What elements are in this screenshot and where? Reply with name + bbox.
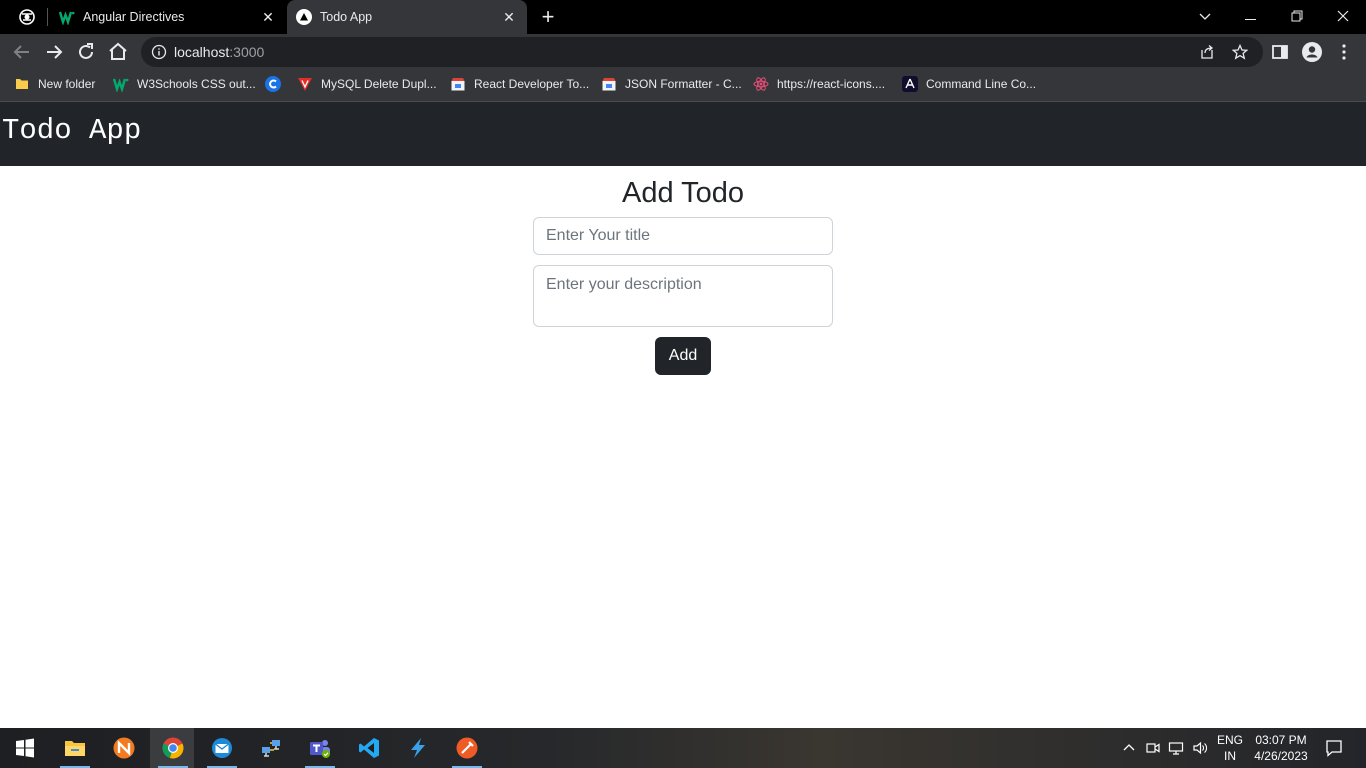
c-logo-icon [265,76,281,92]
taskbar-bolt-app[interactable] [395,728,439,768]
restore-button[interactable] [1274,0,1320,34]
url-host: localhost [174,44,230,60]
address-bar[interactable]: localhost:3000 [141,37,1263,67]
language-code: ENG [1216,733,1243,747]
taskbar-network-tool[interactable] [248,728,292,768]
bookmark-react-devtools[interactable]: React Developer To... [450,70,589,98]
angular-icon [902,76,918,92]
vscode-icon [359,738,379,758]
forward-icon[interactable] [42,40,66,64]
bookmark-label: https://react-icons.... [777,77,886,91]
tab-title: Todo App [320,10,373,24]
store-icon [602,78,616,91]
browser-title-bar: Angular Directives ✕ Todo App ✕ + [0,0,1366,34]
tab-todo-app[interactable]: Todo App ✕ [287,0,527,34]
lightning-icon [411,738,425,758]
chevron-up-icon[interactable] [1121,740,1137,756]
add-todo-button[interactable]: Add [655,337,711,375]
w3schools-icon [113,78,129,92]
close-tab-icon[interactable]: ✕ [501,9,517,25]
close-tab-icon[interactable]: ✕ [260,9,276,25]
bookmark-label: MySQL Delete Dupl... [321,77,437,91]
bookmark-label: New folder [38,77,96,91]
clock-time: 03:07 PM [1255,733,1307,747]
teams-icon [310,740,330,758]
app-brand[interactable]: Todo App [2,114,141,147]
taskbar-chrome[interactable] [150,728,194,768]
reload-icon[interactable] [74,40,98,64]
chrome-icon [162,737,184,759]
taskbar-teams[interactable] [297,728,341,768]
notifications-icon[interactable] [1325,739,1343,757]
windows-taskbar: ENG IN 03:07 PM 4/26/2023 [0,728,1366,768]
app-navbar: Todo App [0,102,1366,166]
todo-description-input[interactable] [533,265,833,327]
postman-icon [456,737,478,759]
region-code: IN [1224,749,1236,763]
tab-search-icon[interactable] [16,7,38,27]
taskbar-file-explorer[interactable] [52,728,96,768]
taskbar-postman[interactable] [444,728,488,768]
start-button[interactable] [2,728,46,768]
red-v-icon [298,78,312,91]
react-atom-icon [753,77,769,91]
menu-kebab-icon[interactable] [1334,42,1354,62]
volume-icon[interactable] [1192,740,1208,756]
mail-icon [212,738,232,758]
profile-avatar-icon[interactable] [1302,42,1322,62]
side-panel-icon[interactable] [1270,42,1290,62]
store-icon [451,78,465,91]
taskbar-vscode[interactable] [346,728,390,768]
clock-date: 4/26/2023 [1254,749,1308,763]
w3schools-icon [59,11,75,25]
bookmark-c-site[interactable] [265,70,289,98]
taskbar-mail[interactable] [199,728,243,768]
bookmark-command-line[interactable]: Command Line Co... [902,70,1036,98]
taskbar-app-orange[interactable] [101,728,145,768]
minimize-button[interactable] [1228,0,1274,34]
bookmark-star-icon[interactable] [1232,44,1248,60]
tab-list-chevron-icon[interactable] [1182,0,1228,34]
bookmarks-bar: New folder W3Schools CSS out... MySQL De… [0,70,1366,102]
folder-icon [16,79,28,89]
todo-title-input[interactable] [533,217,833,255]
url-port: :3000 [229,44,265,60]
page-content: Add Todo Add [0,166,1366,728]
bookmark-label: W3Schools CSS out... [137,77,256,91]
tab-title: Angular Directives [83,10,185,24]
bookmark-new-folder[interactable]: New folder [14,70,95,98]
bookmark-label: React Developer To... [474,77,590,91]
site-info-icon[interactable] [151,44,167,60]
new-tab-button[interactable]: + [538,6,558,28]
tab-separator [47,8,48,26]
input-language-indicator[interactable]: ENG IN [1213,732,1247,764]
taskbar-clock[interactable]: 03:07 PM 4/26/2023 [1250,732,1312,764]
meet-now-icon[interactable] [1145,740,1161,756]
bookmark-mysql-delete[interactable]: MySQL Delete Dupl... [297,70,437,98]
windows-logo-icon [16,738,34,758]
url-text: localhost:3000 [174,44,264,60]
network-computers-icon [262,740,280,757]
add-todo-heading: Add Todo [621,177,745,209]
folder-icon [65,741,85,756]
network-icon[interactable] [1168,740,1184,756]
bookmark-react-icons[interactable]: https://react-icons.... [753,70,885,98]
bookmark-label: Command Line Co... [926,77,1037,91]
bookmark-json-formatter[interactable]: JSON Formatter - C... [601,70,742,98]
back-icon[interactable] [10,40,34,64]
n-logo-icon [113,737,135,759]
react-triangle-icon [296,9,312,25]
tab-angular-directives[interactable]: Angular Directives ✕ [50,0,286,34]
bookmark-w3schools[interactable]: W3Schools CSS out... [113,70,256,98]
bookmark-label: JSON Formatter - C... [625,77,742,91]
home-icon[interactable] [106,40,130,64]
share-icon[interactable] [1199,44,1215,60]
close-window-button[interactable] [1320,0,1366,34]
browser-toolbar: localhost:3000 [0,34,1366,70]
